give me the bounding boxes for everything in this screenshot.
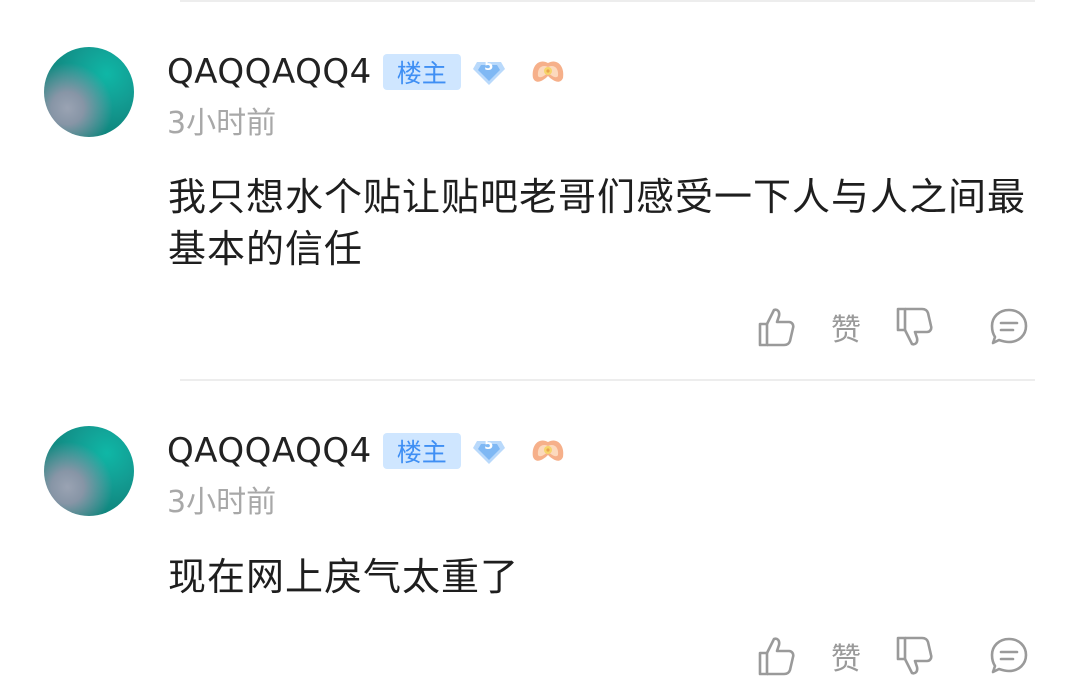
thumbs-down-icon (896, 636, 933, 675)
username[interactable]: QAQQAQQ4 (167, 429, 372, 473)
fan-badge-icon[interactable] (529, 54, 567, 90)
comment-actions: 赞 (0, 631, 1079, 681)
author-row: QAQQAQQ4 楼主 5 (167, 429, 567, 473)
like-count[interactable]: 赞 (826, 631, 866, 681)
owner-badge: 楼主 (382, 433, 461, 469)
fan-badge-icon[interactable] (529, 433, 567, 469)
comment-text: 现在网上戾气太重了 (168, 555, 520, 599)
comment-actions: 赞 (0, 302, 1079, 352)
like-count[interactable]: 赞 (826, 302, 866, 352)
thumbs-down-icon (896, 307, 933, 346)
comment-text: 我只想水个贴让贴吧老哥们感受一下人与人之间最基本的信任 (168, 175, 1027, 271)
level-number: 5 (484, 438, 494, 453)
like-button[interactable] (756, 631, 796, 681)
comment-icon (990, 637, 1028, 674)
timestamp: 3小时前 (167, 106, 277, 141)
username[interactable]: QAQQAQQ4 (167, 50, 372, 94)
timestamp: 3小时前 (167, 485, 277, 520)
dislike-button[interactable] (894, 302, 934, 352)
thumbs-up-icon (758, 637, 795, 676)
thumbs-up-icon (758, 308, 795, 347)
avatar[interactable] (44, 426, 134, 516)
top-divider (180, 0, 1035, 2)
like-button[interactable] (756, 302, 796, 352)
reply-button[interactable] (988, 302, 1030, 352)
like-label: 赞 (831, 642, 861, 677)
diamond-level-icon[interactable]: 5 (471, 54, 507, 90)
author-row: QAQQAQQ4 楼主 5 (167, 50, 567, 94)
like-label: 赞 (831, 313, 861, 348)
comment-divider (180, 379, 1035, 381)
avatar[interactable] (44, 47, 134, 137)
comment-icon (990, 308, 1028, 345)
reply-button[interactable] (988, 631, 1030, 681)
owner-badge: 楼主 (382, 54, 461, 90)
diamond-level-icon[interactable]: 5 (471, 433, 507, 469)
dislike-button[interactable] (894, 631, 934, 681)
level-number: 5 (484, 59, 494, 74)
